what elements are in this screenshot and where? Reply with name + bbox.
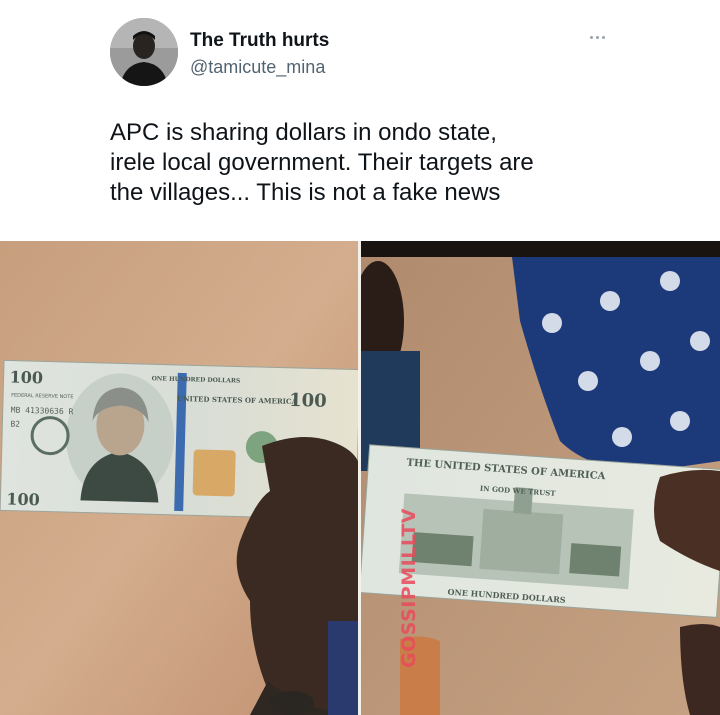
author-display-name[interactable]: The Truth hurts <box>190 30 329 52</box>
photo-bill-front[interactable]: 100 100 100 FEDERAL RESERVE NOTE MB 4133… <box>0 241 360 715</box>
author-names: The Truth hurts @tamicute_mina <box>190 30 329 79</box>
tweet-text: APC is sharing dollars in ondo state, ir… <box>110 119 534 206</box>
media-divider <box>358 241 361 715</box>
bill-serial: MB 41330636 R <box>11 406 74 417</box>
tweet-media[interactable]: 100 100 100 FEDERAL RESERVE NOTE MB 4133… <box>0 241 720 715</box>
tweet-card: The Truth hurts @tamicute_mina APC is sh… <box>0 0 720 715</box>
bill-corner-value-top: 100 <box>9 368 43 388</box>
bill-corner-value-bottom: 100 <box>6 489 40 509</box>
more-options-icon[interactable] <box>585 30 609 44</box>
author-handle[interactable]: @tamicute_mina <box>190 55 329 79</box>
photo-bill-back[interactable]: THE UNITED STATES OF AMERICA IN GOD WE T… <box>360 241 720 715</box>
author-avatar[interactable] <box>110 18 178 86</box>
bill-plate: B2 <box>10 420 20 429</box>
